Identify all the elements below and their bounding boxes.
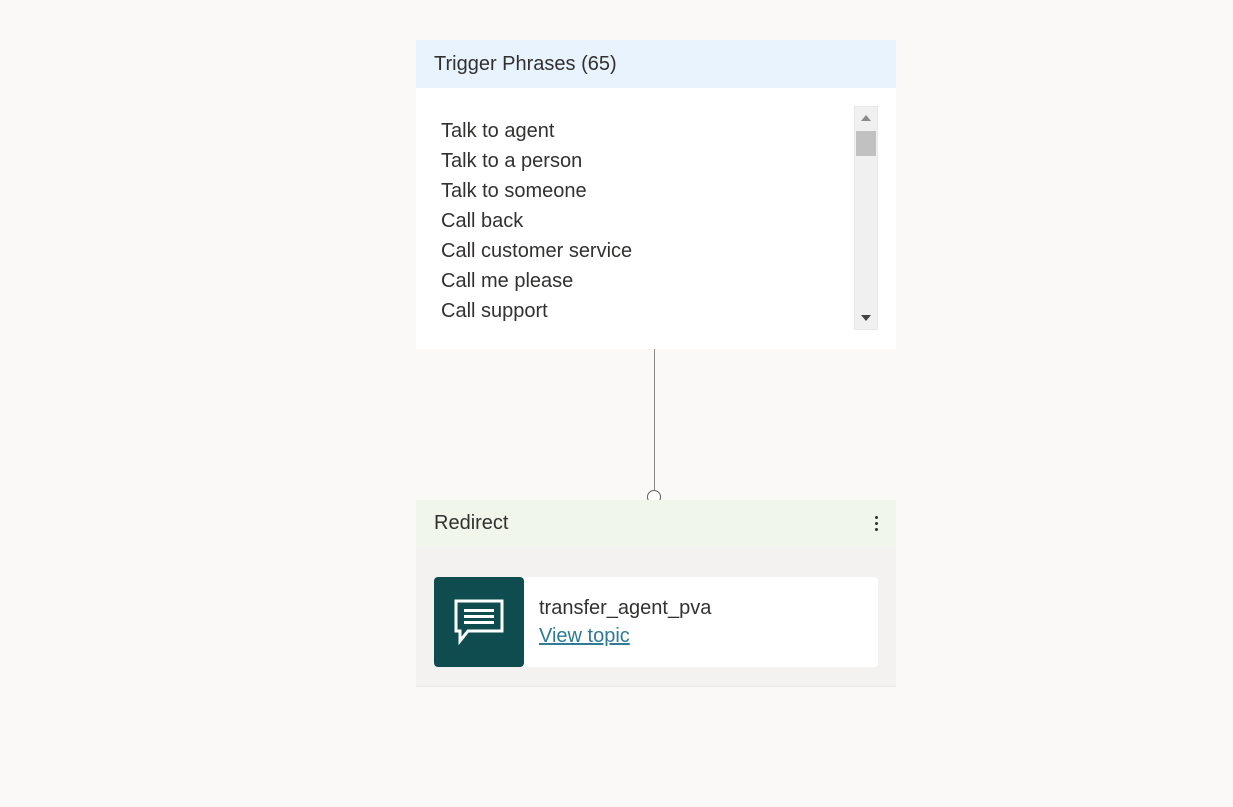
divider: [416, 686, 896, 687]
trigger-phrases-node[interactable]: Trigger Phrases (65) Talk to agent Talk …: [416, 40, 896, 349]
trigger-phrases-list: Talk to agent Talk to a person Talk to s…: [441, 116, 632, 326]
authoring-canvas: Trigger Phrases (65) Talk to agent Talk …: [0, 0, 1233, 807]
trigger-phrase: Call customer service: [441, 240, 633, 262]
trigger-phrase: Call me please: [441, 270, 574, 292]
trigger-node-title: Trigger Phrases (65): [434, 52, 617, 75]
trigger-phrases-list-box: Talk to agent Talk to a person Talk to s…: [434, 106, 878, 330]
trigger-phrase: Talk to agent: [441, 120, 555, 142]
scroll-up-arrow-icon[interactable]: [861, 115, 871, 121]
redirect-topic-card: transfer_agent_pva View topic: [434, 577, 878, 667]
scroll-thumb[interactable]: [856, 131, 876, 156]
redirect-node-header: Redirect: [416, 500, 896, 547]
redirect-topic-name: transfer_agent_pva: [539, 597, 712, 619]
redirect-node-title: Redirect: [434, 512, 509, 534]
scroll-down-arrow-icon[interactable]: [861, 315, 871, 321]
trigger-phrase: Call support: [441, 300, 548, 322]
trigger-phrase: Call back: [441, 210, 524, 232]
phrases-scrollbar[interactable]: [854, 106, 878, 330]
trigger-node-header: Trigger Phrases (65): [416, 40, 896, 88]
redirect-node[interactable]: Redirect transfer_agent_pva View topic: [416, 500, 896, 687]
more-options-icon[interactable]: [868, 512, 884, 536]
node-connector-line: [654, 349, 655, 490]
chat-message-icon: [434, 577, 524, 667]
trigger-phrase: Talk to a person: [441, 150, 583, 172]
view-topic-link[interactable]: View topic: [539, 622, 711, 650]
trigger-phrase: Talk to someone: [441, 180, 587, 202]
